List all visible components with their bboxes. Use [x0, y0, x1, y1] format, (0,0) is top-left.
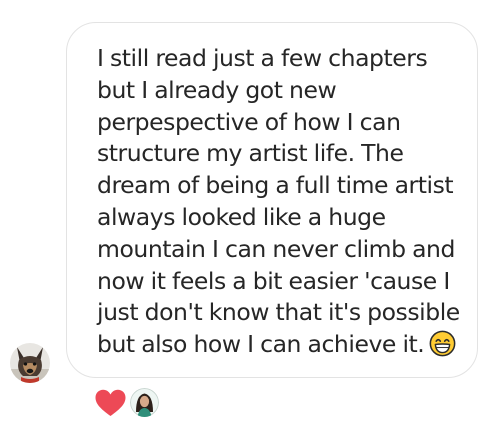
reactor-avatar[interactable] [130, 388, 159, 417]
message-line: now it feels a bit easier 'cause I [97, 266, 450, 295]
red-heart-icon [95, 389, 126, 416]
woman-avatar-icon [130, 388, 159, 417]
message-line: perpespective of how I can [97, 107, 401, 136]
message-line: but also how I can achieve it. [97, 330, 425, 359]
message-line: just don't know that it's possible [97, 298, 460, 327]
sender-avatar[interactable] [10, 343, 50, 383]
message-line: I still read just a few chapters [97, 44, 428, 72]
message-line: always looked like a huge [97, 202, 386, 231]
dm-thread: I still read just a few chapters but I a… [0, 0, 504, 423]
grinning-face-with-smiling-eyes-icon [429, 330, 456, 357]
message-line: mountain I can never climb and [97, 234, 455, 263]
message-line: dream of being a full time artist [97, 171, 454, 200]
message-text: I still read just a few chapters but I a… [97, 43, 469, 361]
message-line-last: but also how I can achieve it. [97, 329, 469, 361]
message-line: but I already got new [97, 75, 337, 104]
message-line: structure my artist life. The [97, 139, 404, 168]
dog-avatar-icon [10, 343, 50, 383]
